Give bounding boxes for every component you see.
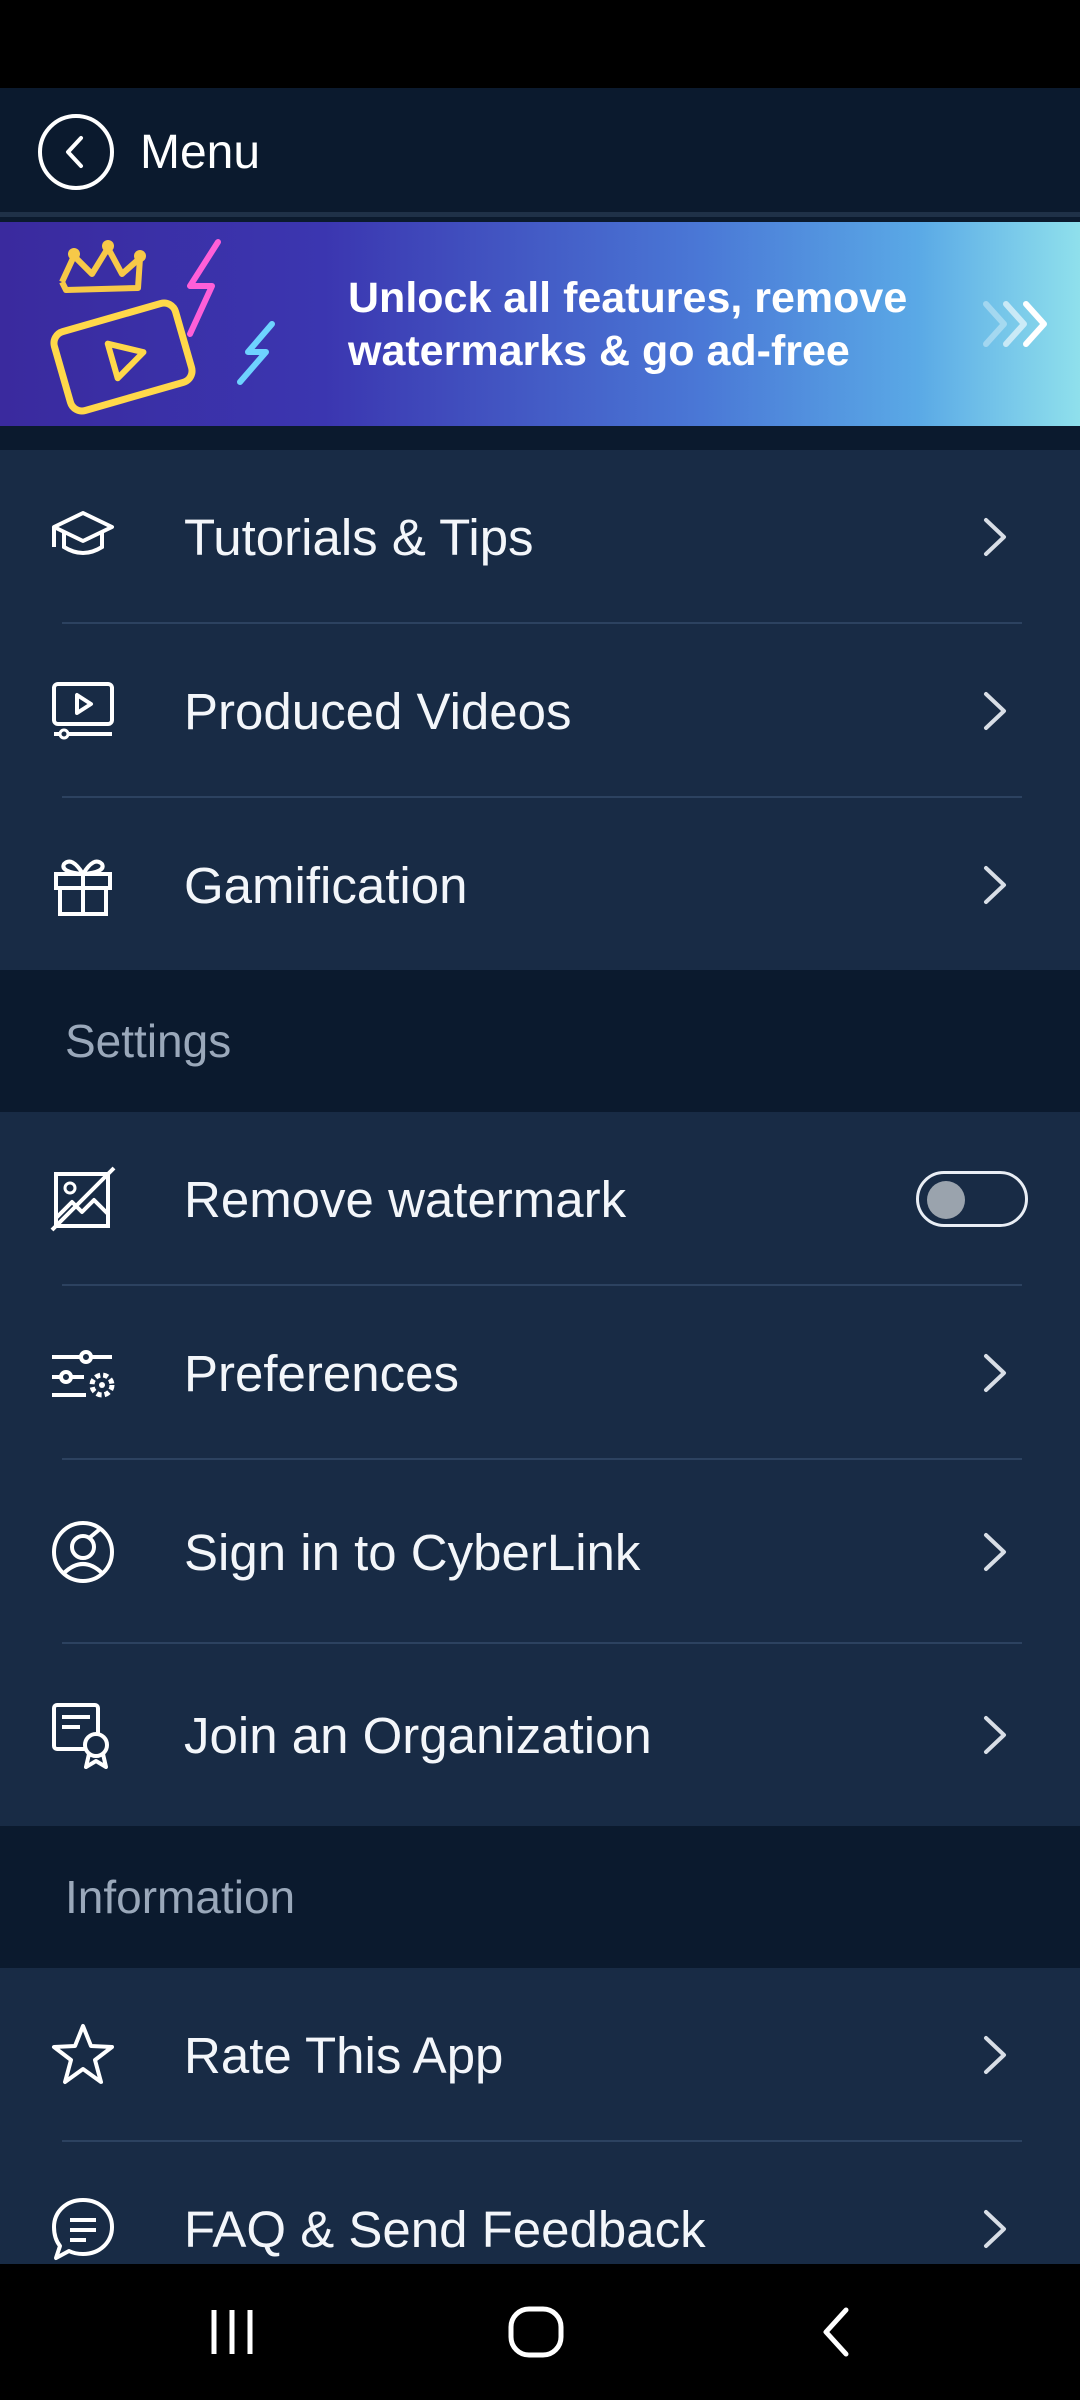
premium-crown-video-icon — [50, 239, 275, 415]
chevron-right-icon — [984, 2036, 1006, 2074]
page-title: Menu — [140, 125, 261, 179]
menu-item-label: Gamification — [184, 856, 468, 914]
chevron-right-icon — [984, 1533, 1006, 1571]
settings-item-label: Sign in to CyberLink — [184, 1523, 641, 1581]
upgrade-banner-text: Unlock all features, remove watermarks &… — [348, 274, 908, 375]
toggle-knob — [927, 1181, 965, 1219]
chevron-right-icon — [984, 1354, 1006, 1392]
settings-item-remove-watermark[interactable]: Remove watermark — [0, 1112, 1080, 1286]
chevron-right-icon — [984, 692, 1006, 730]
menu-item-produced-videos[interactable]: Produced Videos — [0, 624, 1080, 798]
chevron-right-icon — [984, 518, 1006, 556]
back-nav-button[interactable] — [796, 2294, 876, 2370]
back-button[interactable] — [38, 114, 114, 190]
chat-bubble-icon — [50, 2196, 116, 2262]
chevron-right-icon — [984, 2210, 1006, 2248]
info-item-rate-app[interactable]: Rate This App — [0, 1968, 1080, 2142]
settings-item-label: Remove watermark — [184, 1170, 627, 1228]
menu-item-label: Tutorials & Tips — [184, 508, 534, 566]
back-arrow-icon — [823, 2307, 849, 2357]
settings-item-join-organization[interactable]: Join an Organization — [0, 1644, 1080, 1826]
settings-item-preferences[interactable]: Preferences — [0, 1286, 1080, 1460]
menu-item-label: Produced Videos — [184, 682, 572, 740]
no-image-icon — [50, 1166, 116, 1232]
information-section: Rate This App FAQ & Send Feedback — [0, 1968, 1080, 2264]
info-item-faq-feedback[interactable]: FAQ & Send Feedback — [0, 2142, 1080, 2264]
settings-item-label: Preferences — [184, 1344, 459, 1402]
remove-watermark-toggle[interactable] — [916, 1171, 1028, 1227]
recent-apps-icon — [211, 2310, 253, 2354]
menu-item-gamification[interactable]: Gamification — [0, 798, 1080, 972]
settings-section: Remove watermark Preferences Sign in to … — [0, 1112, 1080, 1826]
settings-item-sign-in[interactable]: Sign in to CyberLink — [0, 1460, 1080, 1644]
status-bar — [0, 0, 1080, 88]
graduation-cap-icon — [50, 504, 116, 570]
account-icon — [50, 1519, 116, 1585]
chevron-right-icon — [984, 866, 1006, 904]
recent-apps-button[interactable] — [192, 2294, 272, 2370]
section-title: Settings — [65, 1015, 232, 1067]
chevron-left-icon — [66, 136, 83, 168]
certificate-icon — [50, 1702, 116, 1769]
menu-item-tutorials[interactable]: Tutorials & Tips — [0, 450, 1080, 624]
header-divider — [0, 212, 1080, 217]
system-navigation-bar — [0, 2264, 1080, 2400]
settings-item-label: Join an Organization — [184, 1706, 652, 1764]
video-screen-icon — [50, 678, 116, 744]
home-button[interactable] — [496, 2294, 576, 2370]
upgrade-banner[interactable]: Unlock all features, remove watermarks &… — [0, 222, 1080, 426]
double-chevron-right-icon — [983, 301, 1047, 347]
info-item-label: FAQ & Send Feedback — [184, 2200, 706, 2258]
info-item-label: Rate This App — [184, 2026, 504, 2084]
information-section-header: Information — [0, 1826, 1080, 1968]
star-icon — [50, 2022, 116, 2088]
chevron-right-icon — [984, 1716, 1006, 1754]
main-menu-section: Tutorials & Tips Produced Videos Gamific… — [0, 450, 1080, 970]
app-header: Menu — [0, 88, 1080, 216]
sliders-gear-icon — [50, 1340, 116, 1406]
section-title: Information — [65, 1871, 296, 1923]
gift-icon — [50, 852, 116, 918]
settings-section-header: Settings — [0, 970, 1080, 1112]
home-icon — [508, 2306, 564, 2358]
